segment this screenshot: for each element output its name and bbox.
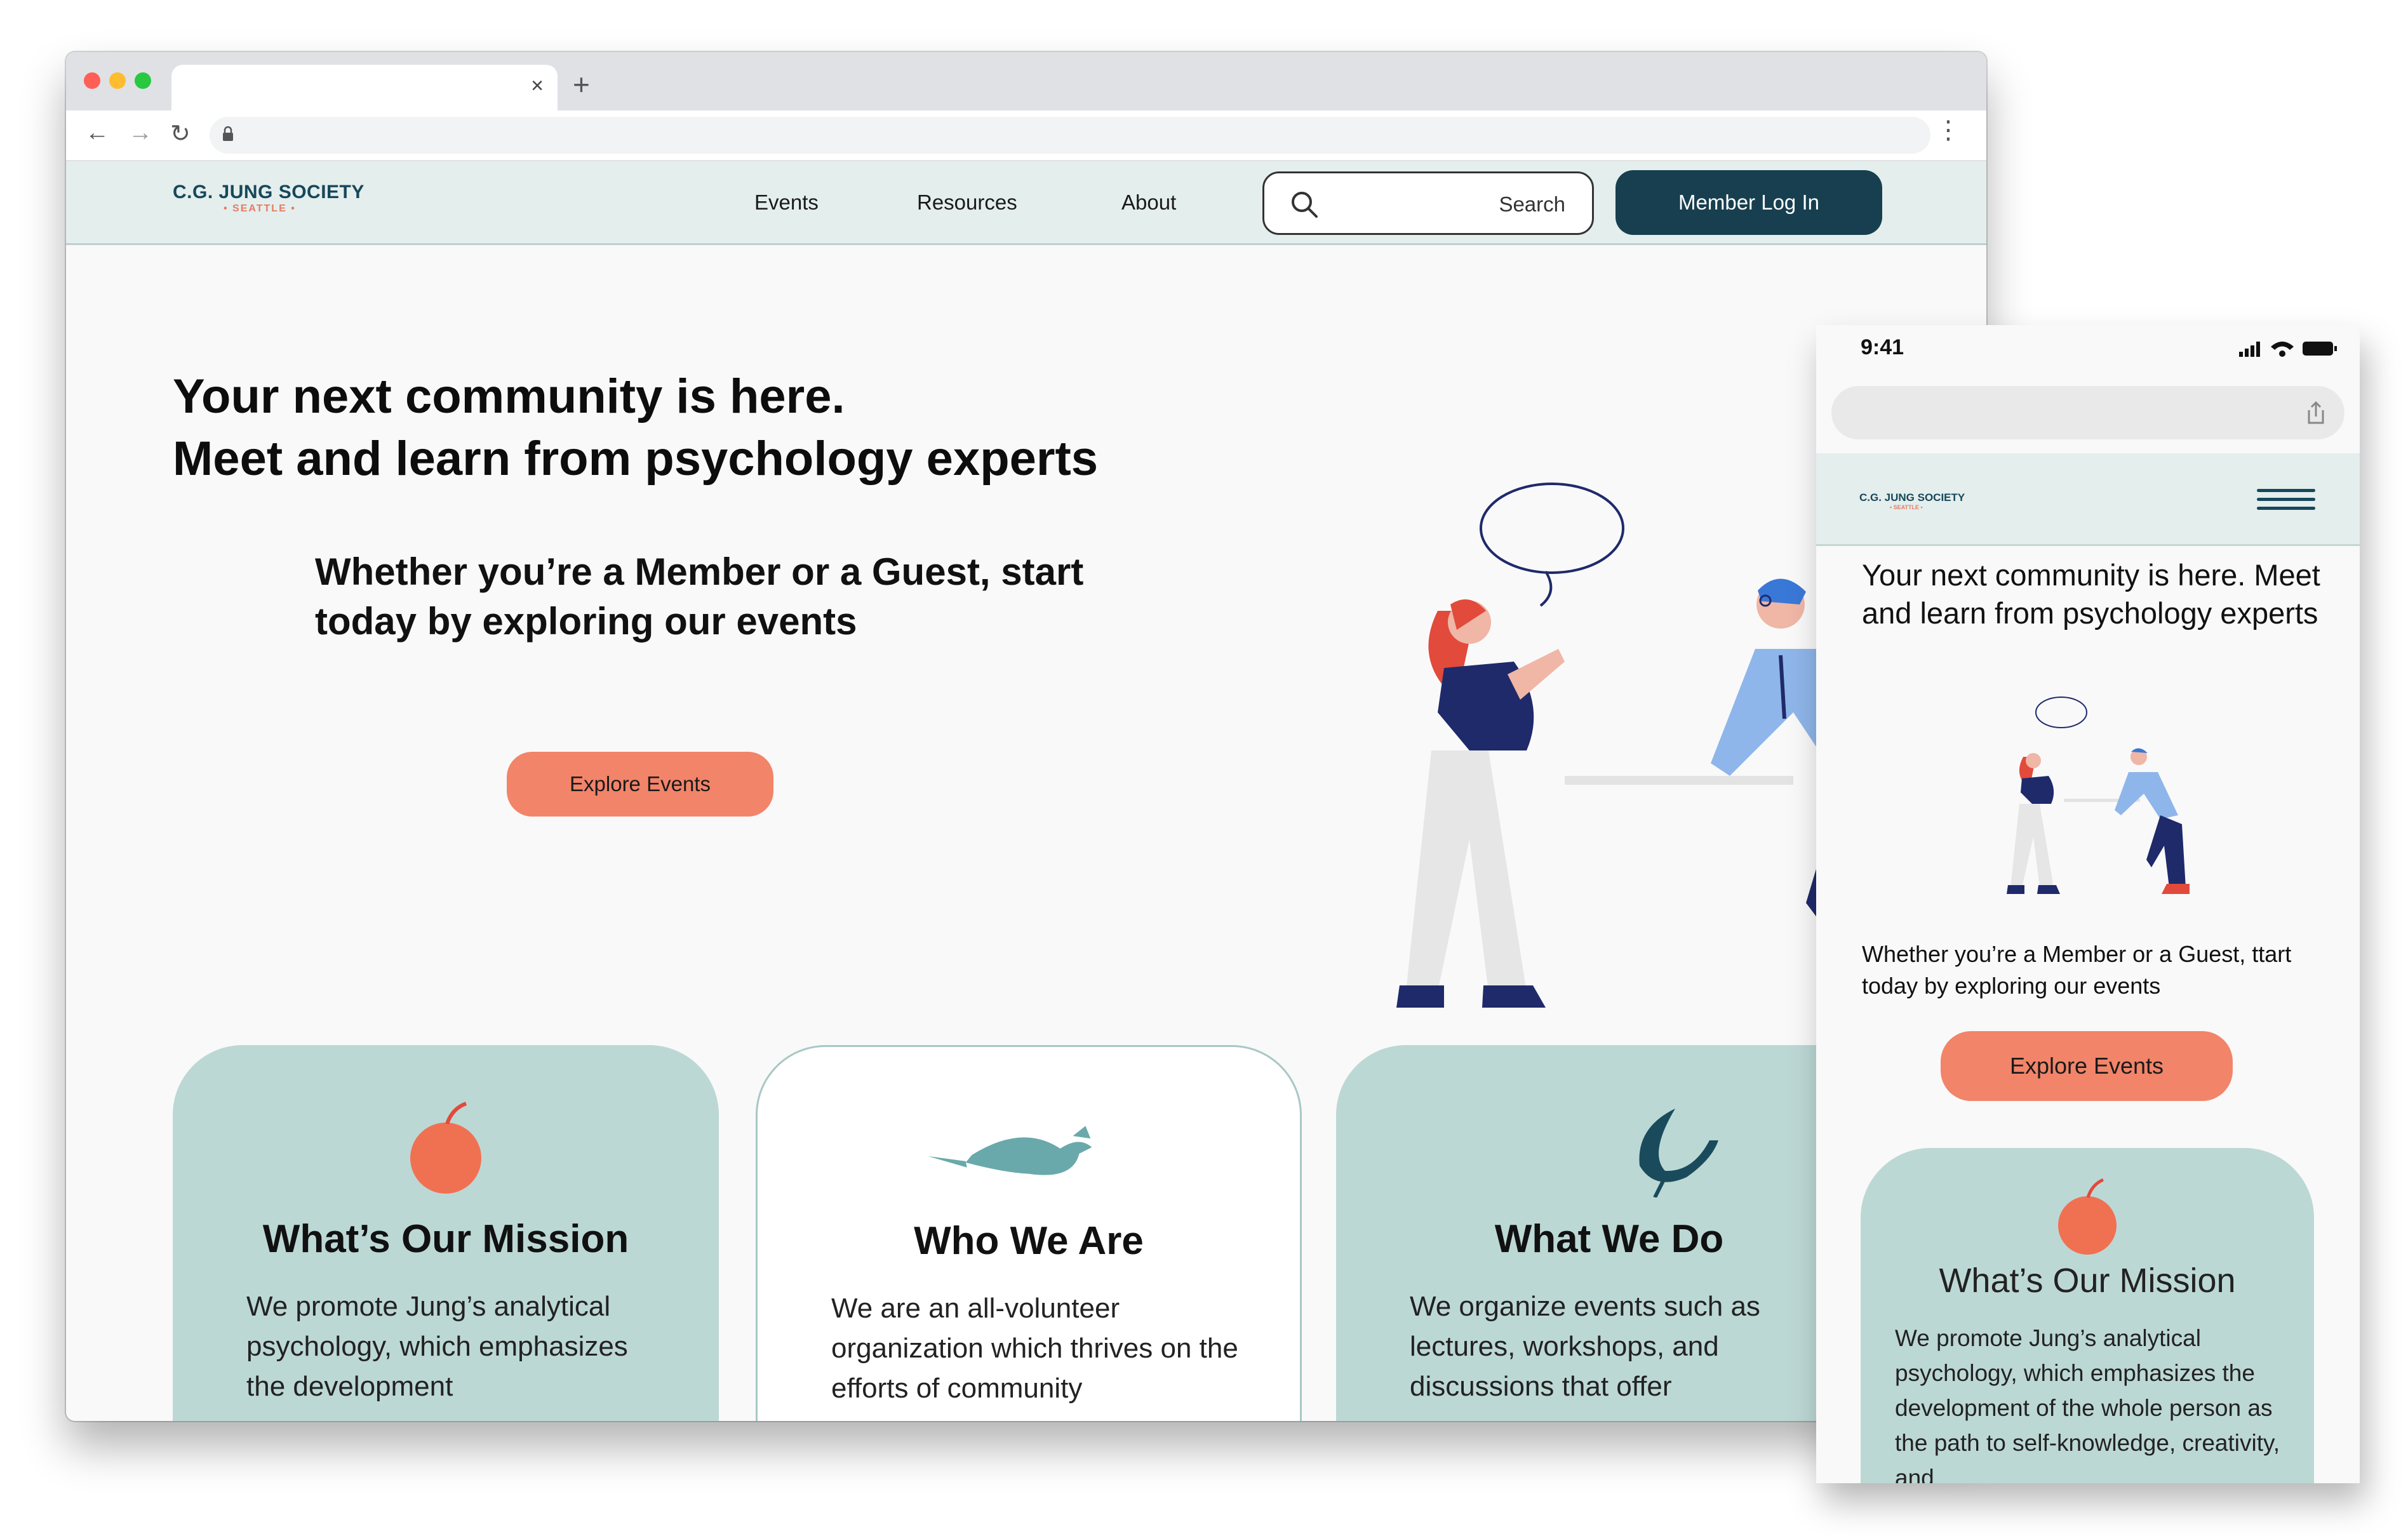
who-we-are-card-title: Who We Are (914, 1219, 1144, 1263)
mobile-mission-card[interactable]: What’s Our Mission We promote Jung’s ana… (1861, 1148, 2314, 1483)
mobile-hero-heading: Your next community is here. Meet and le… (1862, 558, 2320, 630)
browser-tab[interactable]: × (171, 65, 558, 110)
desktop-browser-window: × + ← → ↻ ⋮ C.G. JUNG SOCIETY • SEATTLE … (66, 52, 1986, 1421)
mobile-hero-subheading: Whether you’re a Member or a Guest, ttar… (1862, 941, 2292, 999)
site-logo[interactable]: C.G. JUNG SOCIETY • SEATTLE • (173, 182, 365, 215)
address-bar[interactable] (210, 117, 1930, 154)
close-tab-icon[interactable]: × (531, 74, 544, 98)
mission-card[interactable]: What’s Our Mission We promote Jung’s ana… (173, 1045, 719, 1421)
hamburger-menu-icon[interactable] (2257, 486, 2315, 512)
who-we-are-card-body: We are an all-volunteer organization whi… (831, 1293, 1238, 1404)
zoom-window-dot[interactable] (135, 72, 151, 89)
hero-heading-line-1: Your next community is here. (173, 370, 845, 424)
apple-icon (410, 1102, 481, 1194)
nav-resources[interactable]: Resources (917, 190, 1017, 215)
address-row: ← → ↻ ⋮ (66, 110, 1986, 161)
hero-subheading: Whether you’re a Member or a Guest, star… (315, 550, 1084, 643)
mobile-logo-text: C.G. JUNG SOCIETY (1859, 491, 1965, 504)
logo-city: • SEATTLE • (224, 203, 296, 214)
status-time: 9:41 (1861, 335, 1904, 359)
search-icon (1292, 192, 1318, 218)
mobile-site-logo[interactable]: C.G. JUNG SOCIETY • SEATTLE • (1859, 491, 1965, 510)
mobile-mission-card-title: What’s Our Mission (1939, 1262, 2236, 1300)
mobile-conversation-illustration (2007, 697, 2190, 894)
search-box[interactable]: Search (1262, 171, 1594, 235)
mobile-explore-events-button[interactable]: Explore Events (1941, 1031, 2233, 1101)
reload-icon[interactable]: ↻ (170, 119, 191, 148)
nav-about[interactable]: About (1121, 190, 1176, 215)
lock-icon (223, 126, 233, 141)
browser-menu-icon[interactable]: ⋮ (1936, 116, 1961, 145)
mobile-address-bar[interactable] (1831, 386, 2344, 439)
search-label: Search (1499, 192, 1565, 216)
status-icons (2239, 342, 2337, 357)
nav-events[interactable]: Events (754, 190, 819, 215)
mobile-apple-icon (2058, 1178, 2117, 1255)
site-header: C.G. JUNG SOCIETY • SEATTLE • Events Res… (66, 161, 1986, 245)
mobile-logo-city: • SEATTLE • (1890, 504, 1923, 510)
mockup-stage: × + ← → ↻ ⋮ C.G. JUNG SOCIETY • SEATTLE … (0, 0, 2408, 1534)
mobile-mission-card-body: We promote Jung’s analytical psychology,… (1895, 1325, 2280, 1483)
close-window-dot[interactable] (84, 72, 100, 89)
what-we-do-card-body: We organize events such as lectures, wor… (1410, 1291, 1760, 1402)
new-tab-icon[interactable]: + (573, 67, 590, 102)
logo-text: C.G. JUNG SOCIETY (173, 182, 365, 203)
explore-events-button[interactable]: Explore Events (507, 752, 773, 817)
share-icon[interactable] (2305, 400, 2327, 425)
mission-card-title: What’s Our Mission (262, 1217, 629, 1261)
who-we-are-card[interactable]: Who We Are We are an all-volunteer organ… (756, 1045, 1302, 1421)
minimize-window-dot[interactable] (109, 72, 126, 89)
bird-icon (928, 1126, 1092, 1175)
tab-bar: × + (66, 52, 1986, 110)
member-login-button[interactable]: Member Log In (1615, 170, 1882, 235)
mobile-site-header: C.G. JUNG SOCIETY • SEATTLE • (1816, 453, 2360, 546)
hero-heading-line-2: Meet and learn from psychology experts (173, 432, 1099, 486)
forward-icon[interactable]: → (128, 119, 152, 147)
what-we-do-card-title: What We Do (1494, 1217, 1724, 1261)
mobile-phone-frame: 9:41 C.G. JUNG SOCIETY • SEATTLE • Your … (1816, 325, 2360, 1483)
back-icon[interactable]: ← (85, 119, 109, 147)
hero-heading: Your next community is here. Meet and le… (173, 366, 1098, 490)
mission-card-body: We promote Jung’s analytical psychology,… (246, 1291, 628, 1402)
